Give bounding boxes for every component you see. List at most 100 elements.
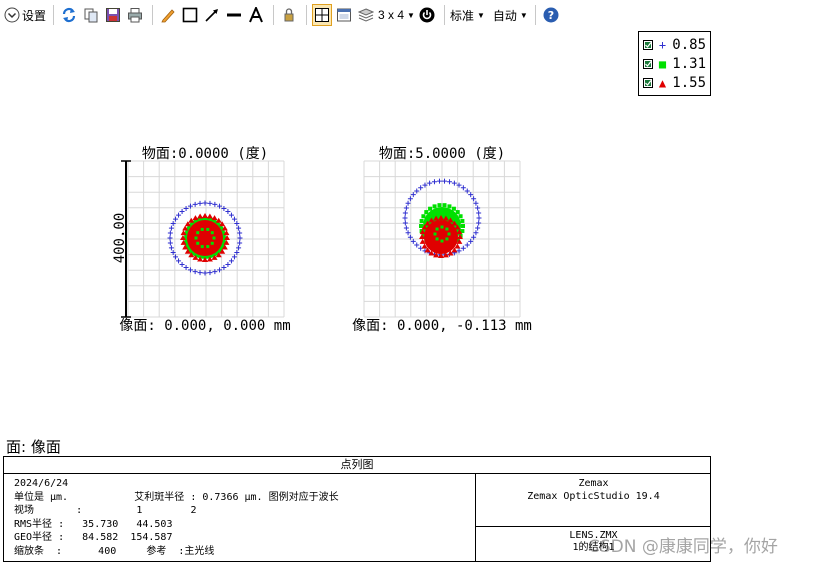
spot-point-blue: [475, 205, 481, 211]
spot-point-blue: [237, 235, 243, 241]
spot-point-green: [445, 237, 449, 241]
info-line: 缩放条 : 400 参考 :主光线: [14, 545, 215, 557]
text-icon: [249, 7, 263, 23]
spot-point-blue: [221, 206, 227, 212]
spot-point-blue: [410, 192, 416, 198]
legend-value: 0.85: [672, 36, 706, 53]
checkbox-checked-icon[interactable]: [643, 58, 653, 69]
info-line: GEO半径 : 84.582 154.587: [14, 532, 173, 543]
caret-down-icon: ▼: [519, 10, 528, 20]
legend-item: ■ 1.31: [643, 54, 706, 73]
print-icon: [128, 8, 143, 23]
spot-point-blue: [231, 254, 237, 260]
spot-point-green: [419, 218, 424, 223]
spot-point-blue: [410, 238, 416, 244]
spot-point-green: [210, 241, 214, 245]
info-line: Zemax: [578, 478, 609, 489]
copy-icon: [84, 8, 98, 23]
spot-point-green: [196, 241, 200, 245]
standard-label: 标准: [449, 8, 474, 23]
help-button[interactable]: ?: [541, 4, 561, 26]
pencil-button[interactable]: [158, 4, 178, 26]
line-button[interactable]: [224, 4, 244, 26]
spot-point-blue: [228, 212, 234, 218]
rectangle-icon: [182, 7, 198, 23]
checkbox-checked-icon[interactable]: [643, 77, 653, 88]
refresh-button[interactable]: [59, 4, 79, 26]
settings-button[interactable]: 设置: [4, 4, 46, 26]
spot-point-blue: [468, 192, 474, 198]
line-icon: [227, 13, 242, 17]
spot-point-green: [433, 232, 437, 236]
auto-dropdown[interactable]: 自动 ▼: [493, 4, 528, 26]
info-line: 2024/6/24: [14, 478, 69, 489]
spot-point-blue: [460, 185, 466, 191]
save-button[interactable]: [103, 4, 123, 26]
toolbar-separator: [443, 5, 445, 25]
rectangle-button[interactable]: [180, 4, 200, 26]
spot-point-blue: [403, 225, 409, 231]
spot-point-green: [435, 237, 439, 241]
lock-button[interactable]: [279, 4, 299, 26]
copy-button[interactable]: [81, 4, 101, 26]
spot-point-blue: [451, 180, 457, 186]
spot-point-blue: [460, 245, 466, 251]
text-button[interactable]: [246, 4, 266, 26]
legend-item: + 0.85: [643, 35, 706, 54]
spot-point-blue: [167, 235, 173, 241]
print-button[interactable]: [125, 4, 145, 26]
spot-point-blue: [405, 230, 411, 236]
info-line: Zemax OpticStudio 19.4: [527, 491, 660, 502]
spot-point-blue: [202, 270, 208, 276]
spot-point-blue: [168, 245, 174, 251]
spot-point-green: [196, 231, 200, 235]
window-button[interactable]: [334, 4, 354, 26]
spot-point-green: [428, 206, 433, 211]
spot-point-green: [455, 210, 460, 215]
spot-point-blue: [179, 261, 185, 267]
checkbox-checked-icon[interactable]: [643, 39, 653, 50]
spot-point-blue: [167, 230, 173, 236]
spot-point-blue: [431, 179, 437, 185]
info-software: Zemax Zemax OpticStudio 19.4: [476, 474, 711, 527]
grid-layout-button[interactable]: [312, 4, 333, 26]
toolbar-separator: [53, 5, 55, 25]
spot-point-blue: [176, 212, 182, 218]
spot-point-green: [212, 236, 216, 240]
spot-point-blue: [414, 188, 420, 194]
spot-point-blue: [407, 196, 413, 202]
spot-point-green: [445, 227, 449, 231]
spot-point-blue: [464, 188, 470, 194]
spot-point-blue: [476, 210, 482, 216]
standard-dropdown[interactable]: 标准 ▼: [450, 4, 485, 26]
spot-point-green: [442, 203, 447, 208]
layout-label: 3 x 4: [378, 8, 405, 22]
arrow-button[interactable]: [202, 4, 222, 26]
spot-point-blue: [221, 264, 227, 270]
legend-symbol: ▲: [658, 75, 667, 90]
spot-point-blue: [403, 205, 409, 211]
layout-select[interactable]: 3 x 4 ▼: [378, 4, 415, 26]
spot-point-green: [440, 225, 444, 229]
spot-point-blue: [402, 220, 408, 226]
scale-label: 400.00: [112, 213, 128, 264]
watermark: CSDN @康康同学，你好: [588, 537, 778, 557]
spot-point-green: [460, 218, 465, 223]
caret-down-icon: ▼: [476, 10, 485, 20]
power-button[interactable]: [417, 4, 437, 26]
spot-point-blue: [173, 216, 179, 222]
info-line: RMS半径 : 35.730 44.503: [14, 518, 173, 530]
spot-point-green: [435, 227, 439, 231]
spot-point-blue: [183, 264, 189, 270]
spot-point-blue: [225, 209, 231, 215]
spot-point-green: [194, 236, 198, 240]
spot-point-blue: [427, 180, 433, 186]
spot-point-green: [200, 245, 204, 249]
spot-point-blue: [187, 267, 193, 273]
layers-icon: [358, 8, 375, 22]
plot-title-1: 物面:0.0000 (度): [142, 146, 268, 162]
spot-point-green: [440, 239, 444, 243]
legend-value: 1.31: [672, 55, 706, 72]
spot-point-blue: [207, 270, 213, 276]
layers-button[interactable]: [356, 4, 376, 26]
